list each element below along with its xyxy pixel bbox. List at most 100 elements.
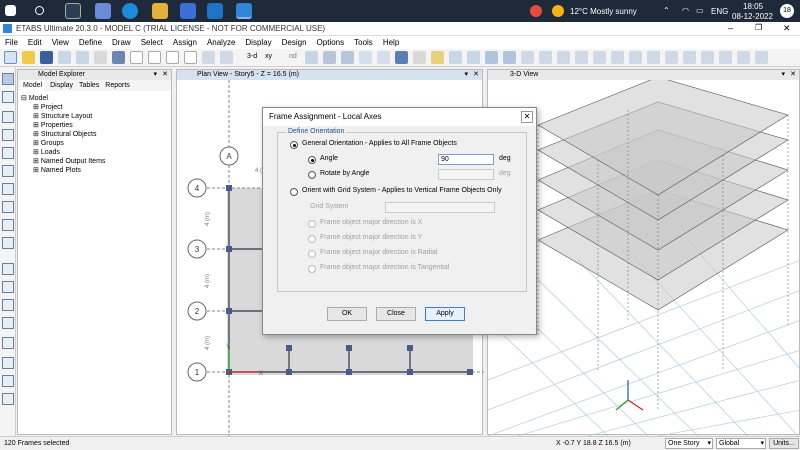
expand-icon[interactable]: ⊞ [33,167,39,174]
draw-wall-icon[interactable] [2,219,14,231]
menu-options[interactable]: Options [312,36,350,49]
zoom-in-icon[interactable] [130,51,143,64]
menu-define[interactable]: Define [74,36,107,49]
draw-poly-floor-icon[interactable] [2,281,14,293]
edge-browser-icon[interactable] [122,3,138,19]
draw-column-icon[interactable] [2,147,14,159]
major-radial-radio[interactable] [308,250,316,258]
diaphragm-icon[interactable] [665,51,678,64]
apply-button[interactable]: Apply [425,307,465,321]
menu-edit[interactable]: Edit [23,36,47,49]
tree-item-named-plots[interactable]: ⊞ Named Plots [21,166,171,175]
grid-icon[interactable] [521,51,534,64]
tendon-icon[interactable] [611,51,624,64]
general-orientation-radio[interactable] [290,141,298,149]
tree-item-loads[interactable]: ⊞ Loads [21,148,171,157]
slab-icon[interactable] [737,51,750,64]
menu-select[interactable]: Select [136,36,168,49]
set-display-icon[interactable] [377,51,390,64]
redo-icon[interactable] [76,51,89,64]
clock-time[interactable]: 18:05 [743,2,763,11]
draw-section-cut-icon[interactable] [2,299,14,311]
wall-icon[interactable] [719,51,732,64]
lock-icon[interactable] [94,51,107,64]
pan-icon[interactable] [184,51,197,64]
move-down-icon[interactable] [341,51,354,64]
reshape-icon[interactable] [2,91,14,103]
draw-grid-icon[interactable] [2,357,14,369]
chevron-up-icon[interactable]: ⌃ [663,6,670,15]
design-icon[interactable] [485,51,498,64]
tree-item-groups[interactable]: ⊞ Groups [21,139,171,148]
move-up-icon[interactable] [323,51,336,64]
zoom-out-icon[interactable] [148,51,161,64]
weather-text[interactable]: 12°C Mostly sunny [570,7,637,16]
menu-display[interactable]: Display [240,36,276,49]
open-icon[interactable] [22,51,35,64]
plan-close-icon[interactable]: ✕ [473,70,479,80]
rotate-by-angle-radio[interactable] [308,171,316,179]
expand-icon[interactable]: ⊞ [33,113,39,120]
draw-pier-icon[interactable] [2,375,14,387]
mass-icon[interactable] [647,51,660,64]
widgets-icon[interactable] [95,3,111,19]
menu-draw[interactable]: Draw [107,36,136,49]
pin-icon[interactable]: ▾ [153,70,157,80]
store-icon[interactable] [180,3,196,19]
etabs-taskbar-icon[interactable] [236,3,252,19]
draw-tendon-icon[interactable] [2,337,14,349]
file-explorer-icon[interactable] [152,3,168,19]
menu-file[interactable]: File [0,36,23,49]
menu-analyze[interactable]: Analyze [202,36,240,49]
search-icon[interactable] [35,6,44,15]
select-all-icon[interactable] [395,51,408,64]
show-tables-icon[interactable] [467,51,480,64]
tab-tables[interactable]: Tables [79,80,99,91]
tree-item-structure-layout[interactable]: ⊞ Structure Layout [21,112,171,121]
run-icon[interactable] [112,51,125,64]
coord-system-select[interactable]: Global ▾ [716,438,766,449]
joint-icon[interactable] [575,51,588,64]
rotate-icon[interactable] [202,51,215,64]
grid-system-select[interactable] [385,202,495,213]
show-forces-icon[interactable] [449,51,462,64]
battery-icon[interactable]: ▭ [696,6,704,15]
undo-icon[interactable] [58,51,71,64]
draw-floor-icon[interactable] [2,201,14,213]
clock-date[interactable]: 08-12-2022 [732,12,773,21]
pointer-icon[interactable] [2,73,14,85]
rotate-angle-input[interactable] [438,169,494,180]
ok-button[interactable]: OK [327,307,367,321]
dialog-close-icon[interactable]: ✕ [521,111,533,123]
notification-badge[interactable]: 18 [780,4,794,18]
tree-item-structural-objects[interactable]: ⊞ Structural Objects [21,130,171,139]
menu-view[interactable]: View [47,36,74,49]
windows-start-icon[interactable] [5,5,16,16]
menu-assign[interactable]: Assign [168,36,202,49]
refresh-icon[interactable] [220,51,233,64]
grid-orient-radio[interactable] [290,188,298,196]
pin-icon[interactable]: ▾ [464,70,468,80]
frame-icon[interactable] [539,51,552,64]
clear-selection-icon[interactable] [413,51,426,64]
draw-joint-icon[interactable] [2,111,14,123]
view-xy-button[interactable]: xy [265,53,272,60]
expand-icon[interactable]: ⊞ [33,122,39,129]
spandrel-icon[interactable] [701,51,714,64]
major-x-radio[interactable] [308,220,316,228]
expand-icon[interactable]: ⊞ [33,149,39,156]
task-view-icon[interactable] [65,3,81,19]
tab-display[interactable]: Display [50,80,73,91]
show-deformed-icon[interactable] [431,51,444,64]
expand-icon[interactable]: ⊞ [33,140,39,147]
menu-help[interactable]: Help [378,36,404,49]
mail-icon[interactable] [207,3,223,19]
pier-icon[interactable] [683,51,696,64]
menu-design[interactable]: Design [277,36,312,49]
draw-brace-icon[interactable] [2,165,14,177]
perspective-icon[interactable] [305,51,318,64]
tree-item-properties[interactable]: ⊞ Properties [21,121,171,130]
collapse-icon[interactable]: ⊟ [21,95,27,102]
angle-input[interactable]: 90 [438,154,494,165]
wifi-icon[interactable]: ◠ [682,6,689,15]
